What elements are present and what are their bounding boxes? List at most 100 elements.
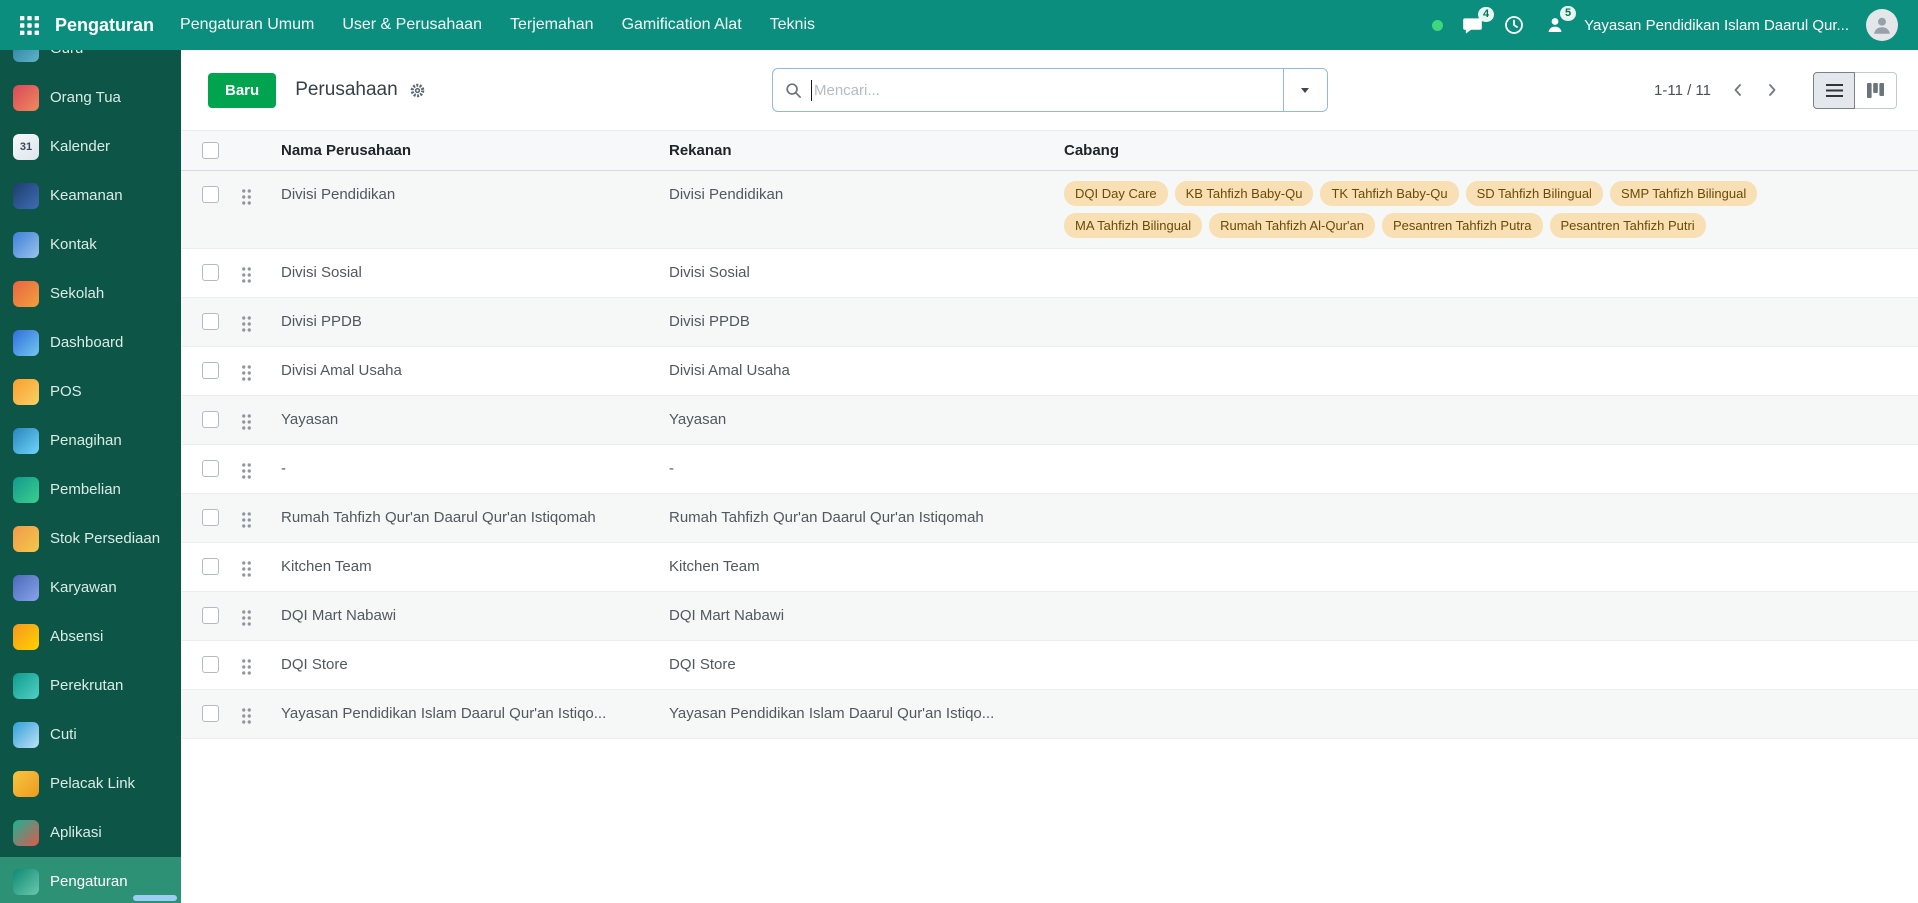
drag-handle-icon[interactable] bbox=[241, 609, 252, 626]
sidebar-item-dashboard[interactable]: Dashboard bbox=[0, 318, 181, 367]
cabang-tag: SD Tahfizh Bilingual bbox=[1466, 181, 1603, 206]
table-row[interactable]: Divisi SosialDivisi Sosial bbox=[181, 249, 1918, 298]
karyawan-icon bbox=[13, 575, 39, 601]
cell-nama-perusahaan: DQI Mart Nabawi bbox=[273, 592, 661, 641]
row-checkbox[interactable] bbox=[202, 558, 219, 575]
sidebar-item-orang-tua[interactable]: Orang Tua bbox=[0, 73, 181, 122]
cell-nama-perusahaan: DQI Store bbox=[273, 641, 661, 690]
penagihan-icon bbox=[13, 428, 39, 454]
sidebar-item-guru[interactable]: Guru bbox=[0, 50, 181, 73]
topbar-menu-item[interactable]: Pengaturan Umum bbox=[180, 16, 314, 34]
table-row[interactable]: Rumah Tahfizh Qur'an Daarul Qur'an Istiq… bbox=[181, 494, 1918, 543]
drag-handle-icon[interactable] bbox=[241, 266, 252, 283]
sidebar-item-label: Aplikasi bbox=[50, 824, 102, 841]
notifications-button[interactable]: 5 bbox=[1543, 13, 1567, 37]
drag-handle-icon[interactable] bbox=[241, 462, 252, 479]
row-checkbox[interactable] bbox=[202, 411, 219, 428]
pager-prev-button[interactable] bbox=[1721, 73, 1755, 107]
drag-handle-icon[interactable] bbox=[241, 413, 252, 430]
activities-button[interactable] bbox=[1502, 13, 1526, 37]
column-header-rekanan[interactable]: Rekanan bbox=[661, 131, 1056, 171]
sidebar-item-perekrutan[interactable]: Perekrutan bbox=[0, 661, 181, 710]
row-checkbox[interactable] bbox=[202, 362, 219, 379]
row-checkbox[interactable] bbox=[202, 656, 219, 673]
table-row[interactable]: Divisi PendidikanDivisi PendidikanDQI Da… bbox=[181, 171, 1918, 249]
topbar-menu-item[interactable]: Teknis bbox=[770, 16, 815, 34]
column-header-cabang[interactable]: Cabang bbox=[1056, 131, 1918, 171]
search-input[interactable] bbox=[814, 69, 1283, 111]
select-all-checkbox[interactable] bbox=[202, 142, 219, 159]
row-checkbox[interactable] bbox=[202, 460, 219, 477]
table-row[interactable]: Kitchen TeamKitchen Team bbox=[181, 543, 1918, 592]
sidebar-item-label: Perekrutan bbox=[50, 677, 123, 694]
drag-handle-icon[interactable] bbox=[241, 560, 252, 577]
orang-tua-icon bbox=[13, 85, 39, 111]
table-row[interactable]: Divisi Amal UsahaDivisi Amal Usaha bbox=[181, 347, 1918, 396]
sidebar-item-pelacak-link[interactable]: Pelacak Link bbox=[0, 759, 181, 808]
sidebar-scrollbar-thumb[interactable] bbox=[133, 895, 177, 901]
sidebar-item-cuti[interactable]: Cuti bbox=[0, 710, 181, 759]
row-checkbox[interactable] bbox=[202, 509, 219, 526]
table-row[interactable]: YayasanYayasan bbox=[181, 396, 1918, 445]
sidebar-item-stok-persediaan[interactable]: Stok Persediaan bbox=[0, 514, 181, 563]
user-avatar[interactable] bbox=[1866, 9, 1898, 41]
kanban-view-icon bbox=[1867, 83, 1884, 98]
drag-handle-icon[interactable] bbox=[241, 364, 252, 381]
sidebar-item-label: Stok Persediaan bbox=[50, 530, 160, 547]
table-row[interactable]: Yayasan Pendidikan Islam Daarul Qur'an I… bbox=[181, 690, 1918, 739]
drag-handle-icon[interactable] bbox=[241, 658, 252, 675]
messages-button[interactable]: 4 bbox=[1460, 14, 1485, 37]
drag-handle-icon[interactable] bbox=[241, 511, 252, 528]
topbar-menu-item[interactable]: Terjemahan bbox=[510, 16, 594, 34]
cabang-tag: MA Tahfizh Bilingual bbox=[1064, 213, 1202, 238]
topbar-menu-item[interactable]: Gamification Alat bbox=[622, 16, 742, 34]
new-button[interactable]: Baru bbox=[208, 73, 276, 108]
search-dropdown-toggle[interactable] bbox=[1283, 69, 1327, 111]
sidebar-item-sekolah[interactable]: Sekolah bbox=[0, 269, 181, 318]
table-row[interactable]: DQI StoreDQI Store bbox=[181, 641, 1918, 690]
row-checkbox[interactable] bbox=[202, 607, 219, 624]
company-switcher[interactable]: Yayasan Pendidikan Islam Daarul Qur... bbox=[1584, 17, 1849, 34]
topbar-menu-item[interactable]: User & Perusahaan bbox=[342, 16, 482, 34]
cell-rekanan: Divisi Pendidikan bbox=[661, 171, 1056, 249]
kanban-view-button[interactable] bbox=[1855, 72, 1897, 109]
dashboard-icon bbox=[13, 330, 39, 356]
row-checkbox[interactable] bbox=[202, 313, 219, 330]
pembelian-icon bbox=[13, 477, 39, 503]
sidebar-item-karyawan[interactable]: Karyawan bbox=[0, 563, 181, 612]
keamanan-icon bbox=[13, 183, 39, 209]
drag-handle-icon[interactable] bbox=[241, 188, 252, 205]
company-table-body: Divisi PendidikanDivisi PendidikanDQI Da… bbox=[181, 171, 1918, 739]
cell-nama-perusahaan: Kitchen Team bbox=[273, 543, 661, 592]
column-header-nama-perusahaan[interactable]: Nama Perusahaan bbox=[273, 131, 661, 171]
sidebar-list: GuruOrang Tua31KalenderKeamananKontakSek… bbox=[0, 50, 181, 903]
sidebar-item-keamanan[interactable]: Keamanan bbox=[0, 171, 181, 220]
pager-next-button[interactable] bbox=[1755, 73, 1789, 107]
list-view-button[interactable] bbox=[1813, 72, 1855, 109]
sidebar-item-absensi[interactable]: Absensi bbox=[0, 612, 181, 661]
cell-rekanan: - bbox=[661, 445, 1056, 494]
cell-nama-perusahaan: Divisi Amal Usaha bbox=[273, 347, 661, 396]
action-gear-button[interactable] bbox=[407, 80, 428, 101]
cell-nama-perusahaan: Divisi Pendidikan bbox=[273, 171, 661, 249]
drag-handle-icon[interactable] bbox=[241, 315, 252, 332]
sidebar-item-aplikasi[interactable]: Aplikasi bbox=[0, 808, 181, 857]
app-title[interactable]: Pengaturan bbox=[55, 15, 154, 36]
table-row[interactable]: -- bbox=[181, 445, 1918, 494]
row-checkbox[interactable] bbox=[202, 705, 219, 722]
sidebar-item-kalender[interactable]: 31Kalender bbox=[0, 122, 181, 171]
drag-handle-icon[interactable] bbox=[241, 707, 252, 724]
table-row[interactable]: DQI Mart NabawiDQI Mart Nabawi bbox=[181, 592, 1918, 641]
sidebar-item-pembelian[interactable]: Pembelian bbox=[0, 465, 181, 514]
sidebar-item-label: Absensi bbox=[50, 628, 103, 645]
sidebar-item-pos[interactable]: POS bbox=[0, 367, 181, 416]
sidebar-item-kontak[interactable]: Kontak bbox=[0, 220, 181, 269]
row-checkbox[interactable] bbox=[202, 186, 219, 203]
control-panel: Baru Perusahaan 1-11 / 11 bbox=[181, 50, 1918, 130]
apps-menu-button[interactable] bbox=[16, 12, 43, 39]
chevron-down-icon bbox=[1301, 88, 1309, 93]
row-checkbox[interactable] bbox=[202, 264, 219, 281]
sidebar-item-penagihan[interactable]: Penagihan bbox=[0, 416, 181, 465]
table-row[interactable]: Divisi PPDBDivisi PPDB bbox=[181, 298, 1918, 347]
cuti-icon bbox=[13, 722, 39, 748]
